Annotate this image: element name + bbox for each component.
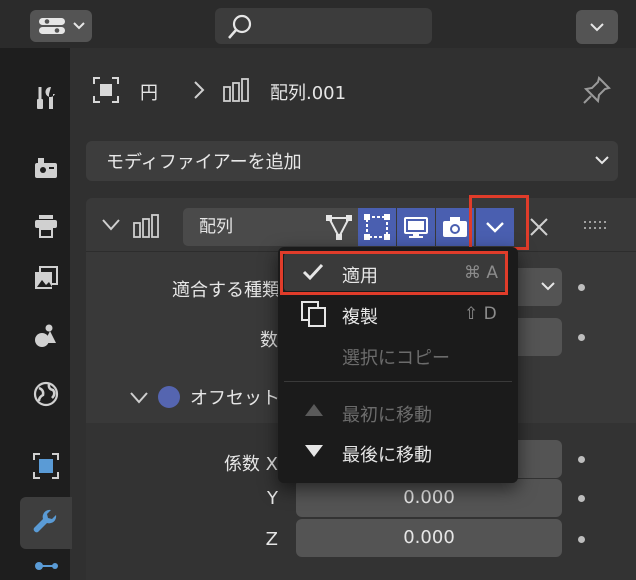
offset-enable-checkbox[interactable] [158, 386, 180, 408]
chevron-down-icon [595, 156, 609, 165]
close-icon[interactable] [528, 216, 550, 238]
camera-icon [443, 217, 467, 237]
fit-type-label: 適合する種類 [172, 280, 280, 301]
chevron-right-icon [194, 81, 205, 99]
search-icon [228, 14, 252, 39]
add-modifier-dropdown[interactable]: モディファイアーを追加 [86, 141, 618, 181]
object-icon [33, 453, 59, 479]
z-label: Z [265, 529, 278, 550]
breadcrumb-modifier: 配列.001 [270, 83, 347, 104]
scene-icon [35, 324, 56, 347]
keyframe-dot[interactable] [578, 456, 585, 463]
keyframe-dot[interactable] [578, 495, 585, 502]
tab-modifiers[interactable] [20, 497, 72, 549]
menu-move-first: 最初に移動 [342, 405, 432, 426]
breadcrumb-object: 円 [140, 83, 158, 104]
tab-tool[interactable] [20, 72, 72, 124]
collapse-chevron-icon[interactable] [100, 217, 122, 233]
wrench-icon [33, 509, 57, 533]
search-input[interactable] [215, 8, 432, 44]
collapse-chevron-icon[interactable] [128, 390, 150, 406]
tab-object[interactable] [20, 440, 72, 492]
options-dropdown-button[interactable] [576, 10, 618, 44]
tab-world[interactable] [20, 368, 72, 420]
chevron-down-icon [541, 282, 555, 291]
vertex-triangle-icon [326, 215, 352, 240]
edit-mode-icon [364, 214, 390, 240]
menu-move-last: 最後に移動 [342, 445, 432, 466]
image-stack-icon [35, 266, 58, 289]
globe-icon [33, 381, 59, 407]
add-modifier-label: モディファイアーを追加 [106, 152, 302, 173]
apply-highlight [280, 251, 508, 295]
viewport-toggle[interactable] [397, 208, 435, 246]
edit-mode-toggle[interactable] [358, 208, 396, 246]
keyframe-dot[interactable] [578, 284, 585, 291]
triangle-up-icon [305, 404, 323, 416]
menu-duplicate-shortcut: ⇧ D [464, 304, 497, 324]
tab-view-layer[interactable] [20, 252, 72, 304]
factor-x-label: 係数 X [223, 454, 278, 475]
edit-cage-toggle[interactable] [320, 208, 358, 246]
array-modifier-icon [223, 78, 249, 102]
tool-icon [37, 86, 55, 109]
y-label: Y [267, 488, 278, 509]
keyframe-dot[interactable] [578, 334, 585, 341]
menu-duplicate-label: 複製 [342, 307, 378, 328]
offset-label: オフセット [190, 388, 280, 409]
keyframe-dot[interactable] [578, 536, 585, 543]
chevron-down-icon [73, 22, 85, 30]
render-camera-icon [35, 158, 57, 178]
printer-icon [35, 215, 57, 238]
tab-scene[interactable] [20, 310, 72, 362]
pin-icon[interactable] [582, 75, 612, 105]
editor-type-button[interactable] [30, 10, 92, 42]
tab-render[interactable] [20, 142, 72, 194]
factor-z-field[interactable]: 0.000 [296, 519, 562, 557]
object-mesh-icon [93, 77, 119, 103]
chevron-down-icon [590, 23, 604, 32]
dropdown-highlight [469, 195, 529, 250]
menu-separator [284, 381, 512, 382]
tab-particles[interactable] [20, 552, 72, 580]
particles-icon [35, 562, 58, 570]
modifier-name-field[interactable]: 配列 [183, 208, 323, 246]
factor-y-field[interactable]: 0.000 [296, 479, 562, 517]
array-modifier-icon [133, 214, 159, 238]
monitor-icon [404, 217, 428, 238]
tab-output[interactable] [20, 200, 72, 252]
menu-copy-to-selected: 選択にコピー [342, 348, 450, 369]
editor-toggle-icon [39, 18, 65, 34]
count-label: 数 [260, 330, 278, 351]
duplicate-icon [301, 301, 326, 327]
triangle-down-icon [305, 445, 323, 457]
drag-handle-icon[interactable] [583, 218, 607, 232]
